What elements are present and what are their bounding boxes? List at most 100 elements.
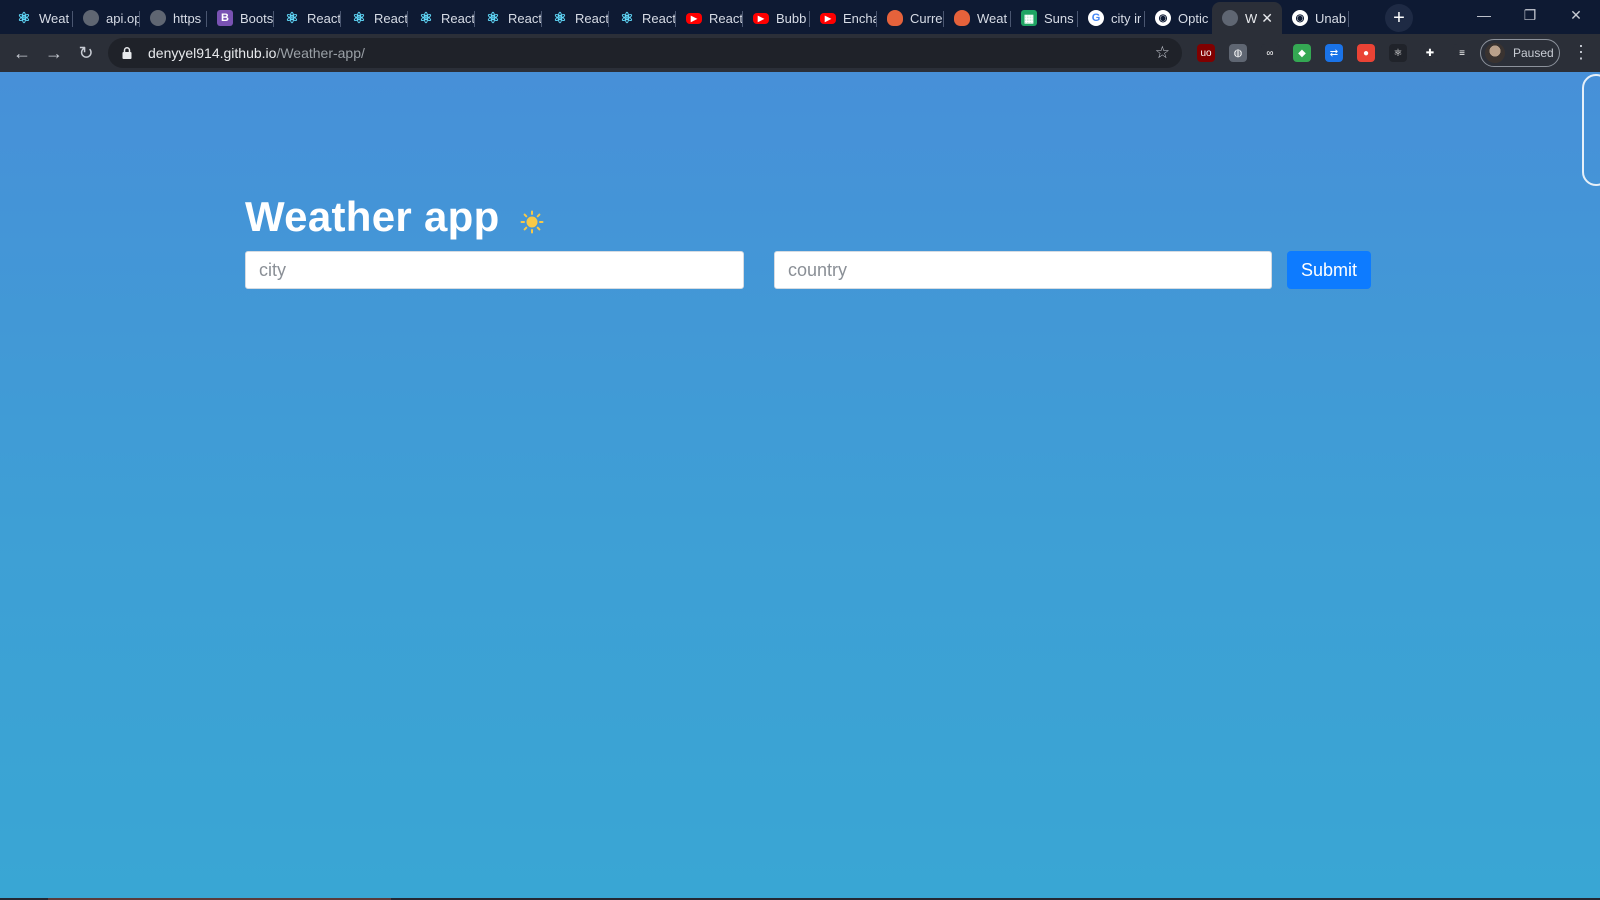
arrow-left-icon: ← [13, 42, 31, 63]
tab-title: W [1245, 10, 1258, 26]
react-icon: ⚛ [553, 10, 567, 27]
tab-title: Boots [240, 10, 274, 26]
url-path: /Weather-app/ [276, 45, 365, 61]
tab-title: React [307, 10, 341, 26]
google-icon: G [1088, 10, 1104, 26]
window-close-button[interactable]: ✕ [1553, 0, 1599, 30]
ublock-icon[interactable]: uo [1197, 44, 1215, 62]
tab-title: Bubb [776, 10, 807, 26]
react-icon: ⚛ [352, 10, 366, 27]
city-input[interactable] [245, 251, 744, 289]
tab[interactable]: api.op [73, 2, 140, 34]
tab[interactable]: Curre [877, 2, 944, 34]
tab[interactable]: ⚛ React [609, 2, 676, 34]
tab-title: https [173, 10, 202, 26]
react-icon: ⚛ [285, 10, 299, 27]
tab-title: Unab [1315, 10, 1347, 26]
tab[interactable]: ⚛ React [341, 2, 408, 34]
restore-icon: ❐ [1523, 6, 1537, 23]
reload-icon: ↻ [78, 42, 94, 63]
youtube-icon: ▶ [686, 12, 702, 24]
tab[interactable]: https [140, 2, 207, 34]
sync-extension-icon[interactable]: ◆ [1293, 44, 1311, 62]
new-tab-button[interactable]: + [1385, 4, 1413, 32]
youtube-icon: ▶ [820, 12, 836, 24]
react-icon: ⚛ [17, 10, 31, 27]
record-extension-icon[interactable]: ● [1357, 44, 1375, 62]
tab-title: Weat [39, 10, 70, 26]
tab-title: Suns [1044, 10, 1074, 26]
tab-title: React [709, 10, 743, 26]
menu-icon[interactable]: ⋮ [1572, 43, 1590, 61]
bootstrap-icon: B [217, 10, 233, 26]
tab-title: React [374, 10, 408, 26]
translate-extension-icon[interactable]: ⇄ [1325, 44, 1343, 62]
minimize-icon: — [1477, 7, 1491, 23]
tab[interactable]: ▶ Encha [810, 2, 877, 34]
tab[interactable]: ▶ React [676, 2, 743, 34]
tab-title: Encha [843, 10, 877, 26]
sun-icon [520, 210, 544, 234]
browser-toolbar: ← → ↻ denyyel914.github.io/Weather-app/ … [0, 34, 1600, 72]
tab-strip: ⚛ Weat api.op https B Boots ⚛ React ⚛ React ⚛ React… [0, 0, 1600, 34]
github-icon: ◉ [1292, 10, 1308, 26]
github-icon: ◉ [1155, 10, 1171, 26]
tab-title: React [441, 10, 475, 26]
globe-extension-icon[interactable]: ◍ [1229, 44, 1247, 62]
url-host: denyyel914.github.io [148, 45, 277, 61]
tab[interactable]: ▦ Suns [1011, 2, 1078, 34]
plus-icon: + [1393, 6, 1405, 29]
tab[interactable]: ⚛ Weat [6, 2, 73, 34]
submit-button[interactable]: Submit [1287, 251, 1371, 289]
bookmark-star-icon[interactable]: ☆ [1155, 43, 1170, 63]
forward-button[interactable]: → [40, 39, 68, 67]
globe-icon [150, 10, 166, 26]
restore-button[interactable]: ❐ [1507, 0, 1553, 30]
address-bar[interactable]: denyyel914.github.io/Weather-app/ ☆ [108, 38, 1182, 68]
profile-status: Paused [1513, 46, 1554, 60]
globe-icon [83, 10, 99, 26]
link-extension-icon[interactable]: ∞ [1261, 44, 1279, 62]
react-devtools-icon[interactable]: ⚛ [1389, 44, 1407, 62]
avatar [1485, 43, 1505, 63]
tab-close-icon[interactable]: ✕ [1261, 10, 1273, 27]
tab[interactable]: Weat [944, 2, 1011, 34]
tab[interactable]: B Boots [207, 2, 274, 34]
arrow-right-icon: → [45, 42, 63, 63]
page-content: Weather app Submit [0, 72, 1600, 900]
scrollbar-thumb[interactable] [1582, 74, 1600, 186]
reload-button[interactable]: ↻ [72, 39, 100, 67]
tab-title: React [508, 10, 542, 26]
tab-title: city ir [1111, 10, 1142, 26]
tab-title: Curre [910, 10, 943, 26]
tab-title: api.op [106, 10, 140, 26]
tab-title: Optic [1178, 10, 1209, 26]
media-control-icon[interactable]: ≡ [1453, 44, 1471, 62]
close-icon: ✕ [1570, 6, 1582, 23]
tab[interactable]: ⚛ React [408, 2, 475, 34]
react-icon: ⚛ [620, 10, 634, 27]
tab[interactable]: ◉ Optic [1145, 2, 1212, 34]
tab[interactable]: ◉ Unab [1282, 2, 1349, 34]
tab[interactable]: Gcity ir [1078, 2, 1145, 34]
page-title: Weather app [245, 193, 500, 240]
back-button[interactable]: ← [8, 39, 36, 67]
profile-button[interactable]: Paused [1480, 39, 1560, 67]
globe-icon [1222, 10, 1238, 26]
tab-active[interactable]: W ✕ [1212, 2, 1282, 34]
react-icon: ⚛ [486, 10, 500, 27]
tab-title: Weat [977, 10, 1008, 26]
tab[interactable]: ⚛ React [475, 2, 542, 34]
puzzle-icon[interactable]: ✚ [1421, 44, 1439, 62]
owl-icon [954, 10, 970, 26]
tab[interactable]: ⚛ React [274, 2, 341, 34]
tab-title: React [575, 10, 609, 26]
owl-icon [887, 10, 903, 26]
country-input[interactable] [774, 251, 1272, 289]
minimize-button[interactable]: — [1461, 0, 1507, 30]
tab[interactable]: ⚛ React [542, 2, 609, 34]
tab-title: React [642, 10, 676, 26]
youtube-icon: ▶ [753, 12, 769, 24]
sheets-icon: ▦ [1021, 10, 1037, 26]
tab[interactable]: ▶ Bubb [743, 2, 810, 34]
